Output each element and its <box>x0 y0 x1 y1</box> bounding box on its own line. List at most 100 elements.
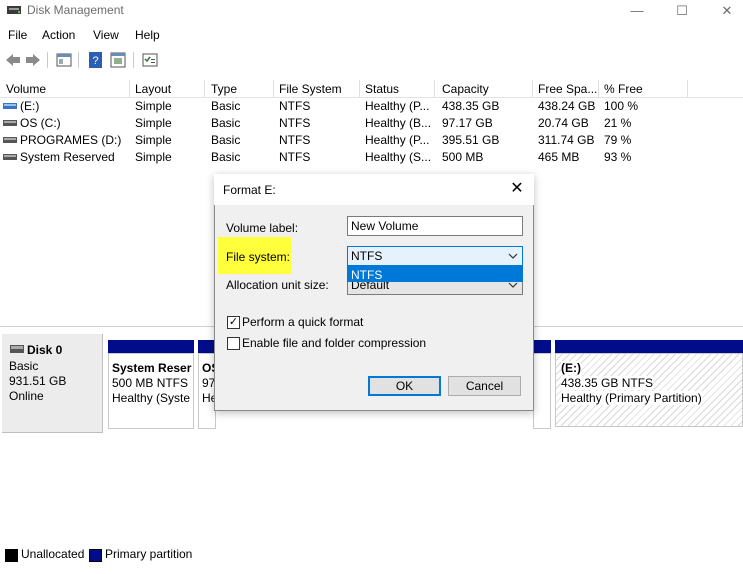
column-divider[interactable] <box>687 80 688 97</box>
disk-type: Basic <box>9 359 39 373</box>
partition-bar <box>533 340 551 353</box>
dialog-title: Format E: <box>223 183 276 197</box>
column-layout[interactable]: Layout <box>135 82 171 96</box>
row-free-space: 438.24 GB <box>538 99 596 113</box>
row-layout: Simple <box>135 116 172 130</box>
column-divider[interactable] <box>204 80 205 97</box>
partition-size: 438.35 GB NTFS <box>561 376 654 390</box>
help-topic-icon[interactable] <box>109 51 127 69</box>
quick-format-label[interactable]: Perform a quick format <box>242 315 363 329</box>
partition-programes[interactable] <box>533 353 551 429</box>
row-capacity: 438.35 GB <box>442 99 500 113</box>
menu-view[interactable]: View <box>93 28 119 42</box>
row-layout: Simple <box>135 150 172 164</box>
column-capacity[interactable]: Capacity <box>442 82 489 96</box>
toolbar-separator <box>78 52 79 68</box>
row-type: Basic <box>211 133 241 147</box>
row-status: Healthy (B... <box>365 116 432 130</box>
partition-bar <box>108 340 194 353</box>
row-file-system: NTFS <box>279 150 311 164</box>
column-volume[interactable]: Volume <box>6 82 46 96</box>
legend-primary-swatch <box>89 549 102 562</box>
volume-label-label: Volume label: <box>226 221 299 235</box>
row-file-system: NTFS <box>279 99 311 113</box>
column-divider[interactable] <box>359 80 360 97</box>
row-volume[interactable]: PROGRAMES (D:) <box>20 133 121 147</box>
row-status: Healthy (P... <box>365 99 430 113</box>
row-capacity: 395.51 GB <box>442 133 500 147</box>
volume-drive-icon <box>3 137 17 143</box>
row-status: Healthy (S... <box>365 150 432 164</box>
window-title: Disk Management <box>27 3 124 17</box>
row-layout: Simple <box>135 99 172 113</box>
compression-label[interactable]: Enable file and folder compression <box>242 336 426 350</box>
cancel-button[interactable]: Cancel <box>448 376 521 396</box>
chevron-down-icon[interactable] <box>508 281 518 289</box>
column-status[interactable]: Status <box>365 82 399 96</box>
column-divider[interactable] <box>434 80 435 97</box>
allocation-unit-label: Allocation unit size: <box>226 278 329 292</box>
row-percent-free: 21 % <box>604 116 632 130</box>
row-volume[interactable]: OS (C:) <box>20 116 61 130</box>
row-capacity: 97.17 GB <box>442 116 493 130</box>
volume-drive-icon <box>3 103 17 109</box>
column-divider[interactable] <box>532 80 533 97</box>
disk-icon <box>10 345 24 353</box>
column-divider[interactable] <box>273 80 274 97</box>
file-system-selected-value: NTFS <box>351 249 383 263</box>
disk-state: Online <box>9 389 44 403</box>
file-system-select[interactable]: NTFS <box>347 246 523 266</box>
disk-size: 931.51 GB <box>9 374 67 388</box>
volume-drive-icon <box>3 154 17 160</box>
toolbar-separator <box>133 52 134 68</box>
properties-icon[interactable] <box>55 51 73 69</box>
close-window-button[interactable]: ✕ <box>712 2 742 20</box>
disk-name: Disk 0 <box>27 343 63 357</box>
file-system-label: File system: <box>226 250 291 264</box>
column-divider[interactable] <box>129 80 130 97</box>
help-icon[interactable]: ? <box>87 51 105 69</box>
menu-action[interactable]: Action <box>42 28 75 42</box>
column-percent-free[interactable]: % Free <box>604 82 643 96</box>
toolbar-separator <box>47 52 48 68</box>
row-free-space: 465 MB <box>538 150 580 164</box>
row-type: Basic <box>211 99 241 113</box>
quick-format-checkbox[interactable]: ✓ <box>227 316 240 329</box>
legend-unallocated-swatch <box>5 549 18 562</box>
partition-bar <box>198 340 214 353</box>
ok-button[interactable]: OK <box>368 376 441 396</box>
row-percent-free: 93 % <box>604 150 632 164</box>
file-system-option-ntfs[interactable]: NTFS <box>347 266 523 282</box>
maximize-button[interactable]: ☐ <box>667 2 697 20</box>
row-type: Basic <box>211 116 241 130</box>
partition-bar <box>555 340 743 353</box>
close-icon[interactable]: ✕ <box>506 179 528 199</box>
row-volume[interactable]: (E:) <box>20 99 39 113</box>
row-file-system: NTFS <box>279 133 311 147</box>
row-layout: Simple <box>135 133 172 147</box>
volume-drive-icon <box>3 120 17 126</box>
row-percent-free: 100 % <box>604 99 639 113</box>
compression-checkbox[interactable] <box>227 337 240 350</box>
column-type[interactable]: Type <box>211 82 237 96</box>
forward-icon[interactable] <box>24 51 42 69</box>
row-percent-free: 79 % <box>604 133 632 147</box>
console-icon[interactable] <box>141 51 159 69</box>
row-file-system: NTFS <box>279 116 311 130</box>
row-capacity: 500 MB <box>442 150 484 164</box>
volume-label-input[interactable]: New Volume <box>347 216 523 236</box>
partition-name: (E:) <box>561 361 581 375</box>
menu-file[interactable]: File <box>8 28 27 42</box>
back-icon[interactable] <box>4 51 22 69</box>
column-file-system[interactable]: File System <box>279 82 342 96</box>
partition-e[interactable] <box>555 353 743 427</box>
row-volume[interactable]: System Reserved <box>20 150 115 164</box>
disk-management-icon <box>7 6 21 14</box>
minimize-button[interactable]: — <box>622 2 652 20</box>
column-divider[interactable] <box>598 80 599 97</box>
partition-status: Healthy (Primary Partition) <box>561 391 702 405</box>
menu-help[interactable]: Help <box>135 28 160 42</box>
row-free-space: 20.74 GB <box>538 116 589 130</box>
chevron-down-icon[interactable] <box>508 252 518 260</box>
column-free-space[interactable]: Free Spa... <box>538 82 597 96</box>
